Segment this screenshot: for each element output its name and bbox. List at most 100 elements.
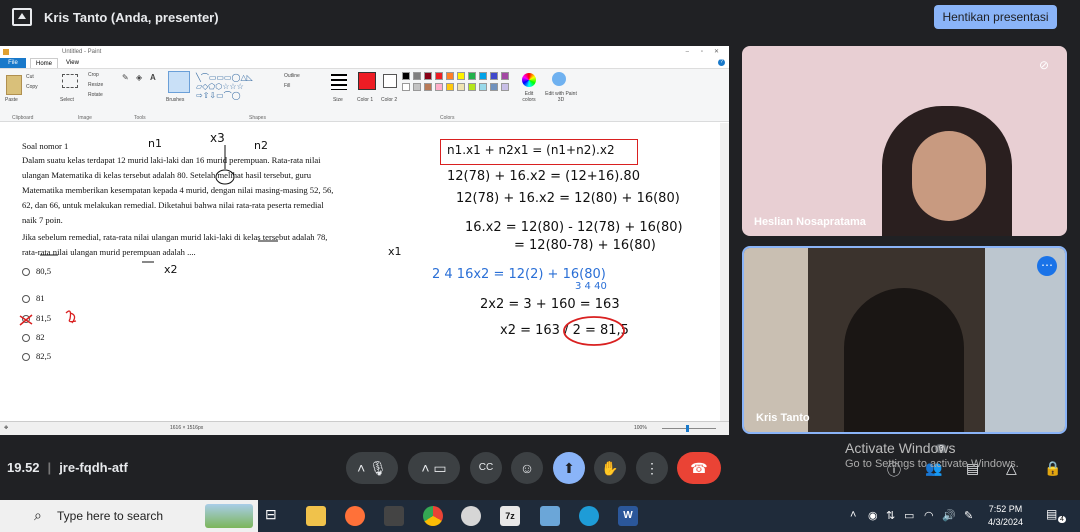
edit-colors-button[interactable]: Edit colors xyxy=(518,91,540,103)
battery-icon[interactable]: ▭ xyxy=(904,509,914,522)
palette-swatch[interactable] xyxy=(468,83,476,91)
palette-swatch[interactable] xyxy=(457,72,465,80)
canvas-vertical-scrollbar[interactable] xyxy=(720,123,729,421)
windows-taskbar: ⌕ Type here to search ⊟ 7z W ˄ ◉ ⇅ ▭ ◠ 🔊… xyxy=(0,500,1080,532)
word-icon[interactable]: W xyxy=(618,506,638,526)
palette-swatch[interactable] xyxy=(402,83,410,91)
palette-swatch[interactable] xyxy=(468,72,476,80)
captions-button[interactable]: CC xyxy=(470,452,502,484)
more-button[interactable]: ⋮ xyxy=(636,452,668,484)
volume-icon[interactable]: 🔊 xyxy=(942,509,956,522)
edit-colors-icon[interactable] xyxy=(522,73,536,87)
palette-swatch[interactable] xyxy=(479,72,487,80)
media-app-icon[interactable] xyxy=(384,506,404,526)
paste-icon[interactable] xyxy=(6,75,22,95)
close-icon[interactable]: ✕ xyxy=(714,46,719,58)
cut-button[interactable]: Cut xyxy=(26,74,34,80)
rotate-button[interactable]: Rotate xyxy=(88,92,103,98)
palette-swatch[interactable] xyxy=(457,83,465,91)
palette-swatch[interactable] xyxy=(435,72,443,80)
color2-button[interactable]: Color 2 xyxy=(381,97,397,103)
palette-swatch[interactable] xyxy=(413,83,421,91)
color1-button[interactable]: Color 1 xyxy=(357,97,373,103)
host-controls-icon[interactable]: 🔒 xyxy=(1044,460,1061,477)
size-button[interactable]: Size xyxy=(333,97,343,103)
chrome-icon[interactable] xyxy=(423,506,443,526)
hangup-icon: ☎ xyxy=(690,460,708,476)
palette-swatch[interactable] xyxy=(424,72,432,80)
hw-step: 16.x2 = 12(80) - 12(78) + 16(80) xyxy=(465,220,683,235)
tray-app-icon[interactable]: ◉ xyxy=(868,509,878,522)
shapes-gallery[interactable]: ╲⌒▭▭▭◯△◺ ▱◇⬠⬡☆☆☆ ⇨⇧⇩▭⌒◯ xyxy=(196,73,276,100)
mic-button[interactable]: ˄ 🎙 xyxy=(346,452,398,484)
tray-chevron-icon[interactable]: ˄ xyxy=(850,509,856,521)
select-button[interactable]: Select xyxy=(60,97,74,103)
paint-titlebar: Untitled - Paint – ▫ ✕ xyxy=(0,46,729,58)
maximize-icon[interactable]: ▫ xyxy=(701,46,703,58)
resize-button[interactable]: Resize xyxy=(88,82,103,88)
paint-canvas[interactable]: Soal nomor 1 Dalam suatu kelas terdapat … xyxy=(0,123,720,421)
pencil-icon[interactable]: ✎ xyxy=(122,73,129,82)
participant-tile[interactable]: ⋯ Kris Tanto xyxy=(742,246,1067,434)
paste-button[interactable]: Paste xyxy=(5,97,18,103)
paint3d-icon[interactable] xyxy=(552,72,566,86)
menu-view[interactable]: View xyxy=(66,58,79,68)
emoji-icon: ☺ xyxy=(519,460,535,476)
fill-button[interactable]: Fill xyxy=(284,83,290,89)
file-explorer-icon[interactable] xyxy=(306,506,326,526)
paint-taskbar-icon[interactable] xyxy=(461,506,481,526)
zoom-slider[interactable] xyxy=(662,428,716,429)
wifi-icon[interactable]: ◠ xyxy=(924,509,934,522)
palette-swatch[interactable] xyxy=(479,83,487,91)
palette-swatch[interactable] xyxy=(490,72,498,80)
chevron-up-icon[interactable]: ˄ xyxy=(357,460,365,476)
stop-presenting-button[interactable]: Hentikan presentasi xyxy=(934,5,1057,29)
more-options-icon[interactable]: ⋯ xyxy=(1037,256,1057,276)
palette-swatch[interactable] xyxy=(446,72,454,80)
palette-swatch[interactable] xyxy=(501,72,509,80)
outline-button[interactable]: Outline xyxy=(284,73,300,79)
color2-swatch[interactable] xyxy=(383,74,397,88)
text-tool-icon[interactable]: A xyxy=(150,73,156,82)
palette-swatch[interactable] xyxy=(501,83,509,91)
present-button[interactable]: ⬆ xyxy=(553,452,585,484)
firefox-icon[interactable] xyxy=(345,506,365,526)
minimize-icon[interactable]: – xyxy=(686,46,689,58)
leave-call-button[interactable]: ☎ xyxy=(677,452,721,484)
emoji-button[interactable]: ☺ xyxy=(511,452,543,484)
palette-swatch[interactable] xyxy=(424,83,432,91)
palette-swatch[interactable] xyxy=(413,72,421,80)
camera-button[interactable]: ˄ ▭ xyxy=(408,452,460,484)
crop-button[interactable]: Crop xyxy=(88,72,99,78)
task-view-icon[interactable]: ⊟ xyxy=(265,506,285,526)
notification-badge: 4 xyxy=(1058,516,1066,523)
taskbar-clock[interactable]: 7:52 PM 4/3/2024 xyxy=(988,503,1023,529)
group-shapes: Shapes xyxy=(249,115,266,121)
notes-icon[interactable] xyxy=(540,506,560,526)
color1-swatch[interactable] xyxy=(358,72,376,90)
chevron-up-icon[interactable]: ˄ xyxy=(421,460,429,476)
help-icon[interactable]: ? xyxy=(718,59,725,66)
palette-swatch[interactable] xyxy=(435,83,443,91)
menu-home[interactable]: Home xyxy=(30,58,58,68)
select-icon[interactable] xyxy=(62,74,78,88)
palette-swatch[interactable] xyxy=(490,83,498,91)
raise-hand-button[interactable]: ✋ xyxy=(594,452,626,484)
palette-swatch[interactable] xyxy=(402,72,410,80)
copy-button[interactable]: Copy xyxy=(26,84,38,90)
7zip-icon[interactable]: 7z xyxy=(500,506,520,526)
search-highlight-image xyxy=(205,504,253,528)
edge-icon[interactable] xyxy=(579,506,599,526)
fill-bucket-icon[interactable]: ◈ xyxy=(136,73,142,82)
brushes-icon[interactable] xyxy=(168,71,190,93)
brushes-button[interactable]: Brushes xyxy=(166,97,184,103)
size-icon[interactable] xyxy=(331,74,347,90)
palette-swatch[interactable] xyxy=(446,83,454,91)
zoom-slider-thumb[interactable] xyxy=(686,425,689,432)
network-icon[interactable]: ⇅ xyxy=(886,509,895,522)
edit-paint3d-button[interactable]: Edit with Paint 3D xyxy=(544,91,578,103)
taskbar-search[interactable]: ⌕ Type here to search xyxy=(0,500,258,532)
participant-tile[interactable]: ⊘ Heslian Nosapratama xyxy=(742,46,1067,236)
menu-file[interactable]: File xyxy=(0,58,26,68)
pen-icon[interactable]: ✎ xyxy=(964,509,973,522)
